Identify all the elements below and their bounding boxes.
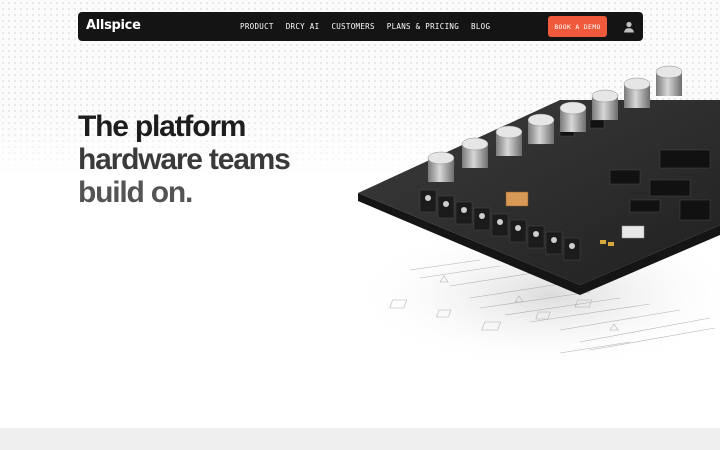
- allspice-logo[interactable]: Allspice: [86, 18, 141, 33]
- headline-line-3: build on.: [78, 176, 193, 209]
- top-navbar: Allspice PRODUCT DRCY AI CUSTOMERS PLANS…: [78, 12, 643, 41]
- hero-headline: The platform hardware teams build on.: [78, 110, 338, 209]
- circuit-board-illustration: [330, 60, 720, 370]
- book-demo-button[interactable]: BOOK A DEMO: [548, 16, 607, 37]
- nav-product[interactable]: PRODUCT: [240, 22, 274, 31]
- nav-plans-pricing[interactable]: PLANS & PRICING: [387, 22, 459, 31]
- footer-band: [0, 428, 720, 450]
- user-icon[interactable]: [621, 19, 637, 35]
- headline-line-1: The platform: [78, 110, 246, 143]
- nav-customers[interactable]: CUSTOMERS: [331, 22, 374, 31]
- nav-blog[interactable]: BLOG: [471, 22, 490, 31]
- headline-line-2: hardware teams: [78, 143, 291, 176]
- primary-nav: PRODUCT DRCY AI CUSTOMERS PLANS & PRICIN…: [240, 12, 490, 41]
- nav-drcy-ai[interactable]: DRCY AI: [286, 22, 320, 31]
